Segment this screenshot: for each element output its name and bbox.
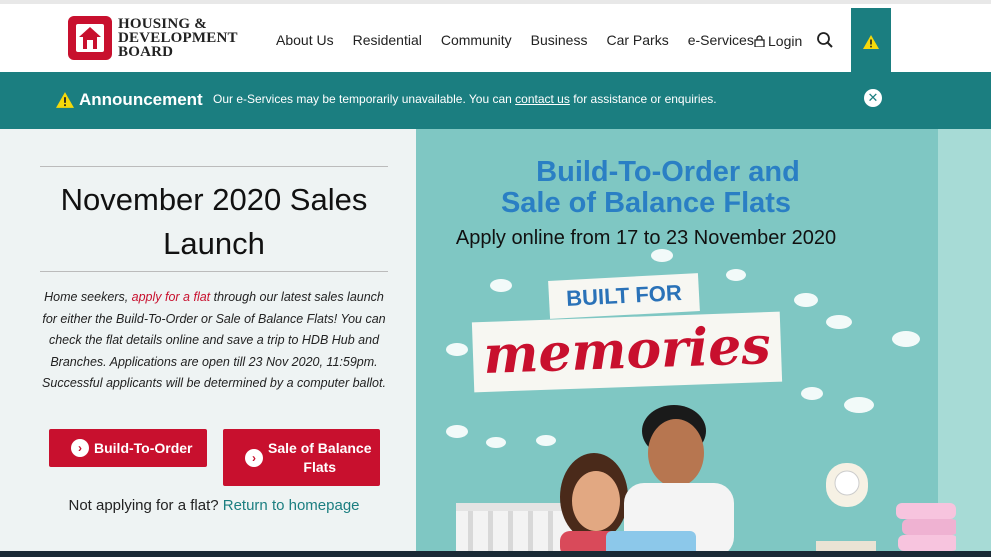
chevron-right-icon: › (71, 439, 89, 457)
announcement-message: Our e-Services may be temporarily unavai… (213, 92, 717, 106)
banner-title-line-1: Build-To-Order and (536, 156, 800, 188)
sale-of-balance-label-line-2: Flats (303, 458, 337, 475)
cloud-decoration (826, 315, 852, 329)
sales-launch-description: Home seekers, apply for a flat through o… (40, 287, 388, 395)
build-to-order-button[interactable]: › Build-To-Order (49, 429, 207, 467)
logo-line-1: HOUSING & (118, 16, 207, 32)
nav-residential[interactable]: Residential (353, 32, 422, 48)
page-title: November 2020 Sales Launch (40, 178, 388, 266)
cloud-decoration (446, 343, 468, 356)
bottom-strip (0, 551, 991, 557)
nav-e-services[interactable]: e-Services (688, 32, 754, 48)
nav-business[interactable]: Business (531, 32, 588, 48)
top-navigation-bar: HOUSING & DEVELOPMENT BOARD About Us Res… (0, 0, 991, 76)
announcement-bar: Announcement Our e-Services may be tempo… (0, 72, 991, 129)
cloud-decoration (490, 279, 512, 292)
not-applying-text: Not applying for a flat? (68, 497, 219, 514)
banner-subtitle: Apply online from 17 to 23 November 2020 (455, 227, 837, 249)
page-title-line-2: Launch (163, 226, 265, 261)
cloud-decoration (726, 269, 746, 281)
cloud-decoration (794, 293, 818, 307)
announcement-message-pre: Our e-Services may be temporarily unavai… (213, 92, 516, 106)
logo-wordmark: HOUSING & DEVELOPMENT BOARD (118, 16, 238, 60)
logo-line-3: BOARD (118, 44, 174, 60)
close-announcement-button[interactable]: ✕ (864, 89, 882, 107)
cloud-decoration (651, 249, 673, 262)
banner-title-line-2: Sale of Balance Flats (500, 187, 792, 219)
lock-icon (754, 35, 765, 47)
sale-of-balance-flats-button[interactable]: › Sale of Balance Flats (223, 429, 380, 486)
close-icon: ✕ (867, 90, 879, 105)
contact-us-link[interactable]: contact us (515, 92, 570, 106)
announcement-heading: Announcement (56, 90, 203, 110)
page-title-line-1: November 2020 Sales (60, 182, 368, 217)
not-applying-prompt: Not applying for a flat? Return to homep… (40, 497, 388, 514)
main-nav: About Us Residential Community Business … (276, 32, 754, 48)
hdb-logo[interactable]: HOUSING & DEVELOPMENT BOARD (68, 16, 238, 60)
login-button[interactable]: Login (754, 33, 802, 49)
sales-banner-image: Build-To-Order and Sale of Balance Flats… (416, 129, 991, 557)
memories-tag: memories (471, 311, 783, 393)
description-post: through our latest sales launch for eith… (42, 290, 386, 391)
apply-for-flat-link[interactable]: apply for a flat (132, 290, 211, 304)
build-to-order-label: Build-To-Order (94, 440, 193, 456)
sale-of-balance-label-line-1: Sale of Balance (268, 439, 372, 456)
warning-icon (863, 35, 879, 49)
search-icon[interactable] (816, 31, 834, 49)
warning-icon (56, 92, 74, 108)
divider-bottom (40, 271, 388, 272)
nav-community[interactable]: Community (441, 32, 512, 48)
divider-top (40, 166, 388, 167)
built-for-tag: BUILT FOR (548, 273, 700, 319)
announcement-message-post: for assistance or enquiries. (569, 92, 717, 106)
chevron-right-icon: › (245, 448, 263, 467)
couple-illustration (456, 405, 956, 557)
cloud-decoration (892, 331, 920, 347)
return-to-homepage-link[interactable]: Return to homepage (223, 497, 360, 514)
login-label: Login (768, 33, 803, 49)
description-pre: Home seekers, (44, 290, 132, 304)
hdb-logo-icon (68, 16, 112, 60)
announcement-title: Announcement (79, 90, 203, 109)
announcement-toggle-button[interactable] (851, 8, 891, 76)
logo-line-2: DEVELOPMENT (118, 30, 238, 46)
nav-about-us[interactable]: About Us (276, 32, 334, 48)
sale-of-balance-label: Sale of Balance Flats (268, 439, 372, 477)
nav-car-parks[interactable]: Car Parks (606, 32, 668, 48)
